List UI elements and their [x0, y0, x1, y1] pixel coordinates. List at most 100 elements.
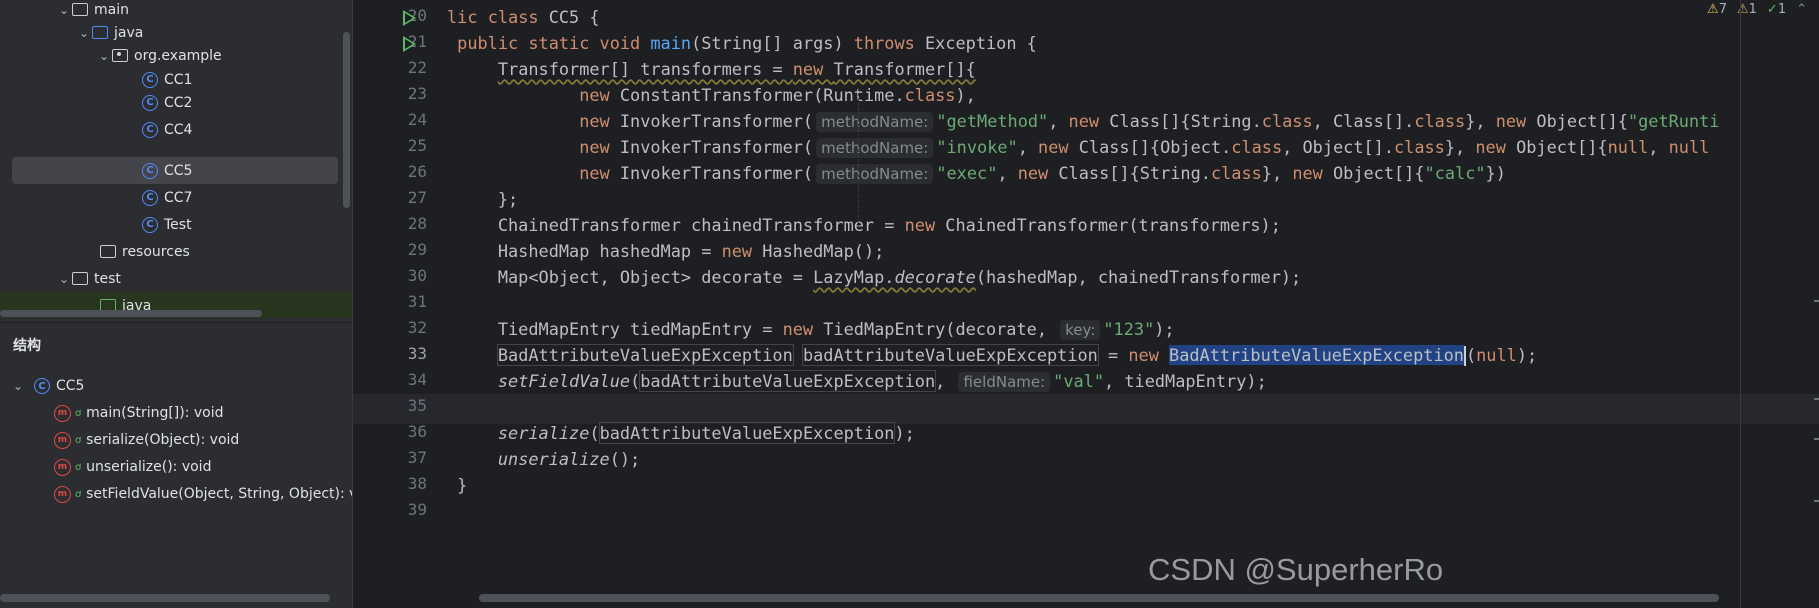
code-token: }, — [1465, 111, 1496, 131]
structure-member-label: main(String[]): void — [86, 405, 224, 421]
tree-item-label: java — [114, 24, 144, 41]
code-token: new — [1038, 137, 1079, 157]
code-token: class — [1394, 137, 1445, 157]
structure-member-serialize[interactable]: m ơ serialize(Object): void — [54, 427, 239, 453]
tree-item-cc5[interactable]: C CC5 — [12, 157, 338, 184]
code-token: , tiedMapEntry); — [1104, 371, 1267, 391]
weak-warning-icon: ⚠ — [1736, 2, 1749, 17]
chevron-down-icon[interactable]: ⌄ — [96, 49, 112, 63]
code-token: , Object[]. — [1282, 137, 1394, 157]
code-token: }; — [447, 189, 519, 209]
code-token: HashedMap(); — [762, 241, 885, 261]
tree-item-cc2[interactable]: C CC2 — [0, 89, 338, 116]
chevron-down-icon[interactable]: ⌄ — [10, 379, 26, 393]
tree-horizontal-scrollbar[interactable] — [0, 310, 262, 317]
class-icon: C — [142, 121, 158, 138]
code-token: new — [579, 85, 620, 105]
folder-icon — [72, 3, 88, 16]
code-token: unserialize — [497, 449, 610, 469]
code-token: = — [1097, 345, 1129, 365]
line-number: 38 — [407, 474, 427, 493]
run-icon[interactable] — [403, 36, 416, 52]
code-token: "123" — [1103, 319, 1155, 339]
line-number: 23 — [407, 84, 427, 103]
code-token: BadAttributeValueExpException — [1169, 345, 1464, 365]
code-line[interactable]: Map<Object, Object> decorate = LazyMap.d… — [447, 262, 1301, 292]
method-icon: m — [54, 485, 71, 503]
line-number: 36 — [407, 422, 427, 441]
class-icon: C — [34, 378, 50, 394]
method-icon: m — [54, 458, 71, 476]
public-visibility-icon: ơ — [75, 434, 82, 446]
structure-member-unserialize[interactable]: m ơ unserialize(): void — [54, 454, 211, 480]
code-token: (String[] args) — [691, 33, 854, 53]
tree-item-cc4[interactable]: C CC4 — [0, 116, 338, 143]
line-number: 28 — [407, 214, 427, 233]
code-token: , — [935, 371, 956, 391]
structure-member-main[interactable]: m ơ main(String[]): void — [54, 400, 224, 426]
code-token: ); — [894, 423, 915, 443]
tree-item-test-class[interactable]: C Test — [0, 211, 338, 238]
run-icon[interactable] — [403, 10, 416, 26]
code-token: new — [579, 163, 620, 183]
code-token: InvokerTransformer( — [619, 163, 814, 183]
left-panel-horizontal-scrollbar[interactable] — [0, 594, 330, 602]
editor-horizontal-scrollbar[interactable] — [479, 594, 1719, 602]
tree-item-test[interactable]: ⌄ test — [0, 265, 338, 292]
code-editor[interactable]: 20 21 22 23 24 25 26 27 28 29 30 31 32 33 34 35 36 37 38 39… — [352, 0, 1819, 608]
code-token: Object[]{ — [1516, 137, 1608, 157]
code-token: HashedMap hashedMap = — [447, 241, 722, 261]
code-line[interactable]: unserialize(); — [447, 444, 640, 474]
left-tool-panel: ⌄ main ⌄ java ⌄ org.example C CC1 C CC2 … — [0, 0, 370, 608]
code-token: }, — [1261, 163, 1293, 183]
chevron-down-icon[interactable]: ⌄ — [56, 3, 72, 17]
ok-count[interactable]: ✓1 — [1767, 2, 1786, 17]
line-number: 22 — [407, 58, 427, 77]
structure-member-setfieldvalue[interactable]: m ơ setFieldValue(Object, String, Object… — [54, 481, 370, 507]
code-token: ChainedTransformer chainedTransformer = — [447, 215, 905, 235]
code-token: new — [579, 111, 620, 131]
code-line[interactable]: } — [447, 470, 467, 500]
line-number: 26 — [407, 162, 427, 181]
code-token: ConstantTransformer(Runtime. — [619, 85, 905, 105]
code-token: Map<Object, Object> decorate = — [447, 267, 814, 287]
code-token: new — [782, 319, 824, 339]
code-token: "calc" — [1424, 163, 1486, 183]
public-visibility-icon: ơ — [75, 461, 82, 473]
line-number: 37 — [407, 448, 427, 467]
code-token: ( — [1465, 345, 1477, 365]
chevron-up-icon[interactable]: ⌃ — [1796, 2, 1807, 17]
chevron-down-icon[interactable]: ⌄ — [76, 26, 92, 40]
tree-vertical-scrollbar[interactable] — [343, 32, 350, 208]
parameter-hint: key: — [1060, 320, 1101, 340]
code-line[interactable]: new InvokerTransformer(methodName: "exec"… — [447, 158, 1506, 188]
tree-item-label: CC7 — [164, 189, 193, 206]
code-line[interactable]: setFieldValue(badAttributeValueExpExcept… — [447, 366, 1267, 396]
code-token: Class[]{String. — [1109, 111, 1262, 131]
code-token: ( — [630, 371, 641, 391]
tree-item-label: main — [94, 1, 129, 18]
code-token: throws — [853, 33, 925, 53]
chevron-down-icon[interactable]: ⌄ — [56, 272, 72, 286]
warning-icon: ⚠ — [1707, 2, 1719, 17]
tree-item-resources[interactable]: resources — [0, 238, 338, 265]
structure-member-label: serialize(Object): void — [86, 432, 240, 448]
parameter-hint: methodName: — [816, 164, 934, 184]
code-token: TiedMapEntry(decorate, — [823, 319, 1058, 339]
tree-item-org-example[interactable]: ⌄ org.example — [0, 42, 338, 69]
code-token: new — [1017, 163, 1059, 183]
line-number: 25 — [407, 136, 427, 155]
structure-class-cc5[interactable]: ⌄ C CC5 — [10, 373, 84, 399]
tree-item-cc7[interactable]: C CC7 — [0, 184, 338, 211]
public-visibility-icon: ơ — [75, 488, 82, 500]
code-token: new — [721, 241, 763, 261]
code-token: , — [997, 163, 1018, 183]
code-token: new — [904, 215, 946, 235]
class-icon: C — [142, 162, 158, 179]
inspection-widget[interactable]: ⚠7 ⚠1 ✓1 ⌃ — [1707, 2, 1807, 17]
warning-count[interactable]: ⚠7 — [1707, 2, 1727, 17]
code-token: Transformer[] transformers = — [497, 59, 793, 79]
